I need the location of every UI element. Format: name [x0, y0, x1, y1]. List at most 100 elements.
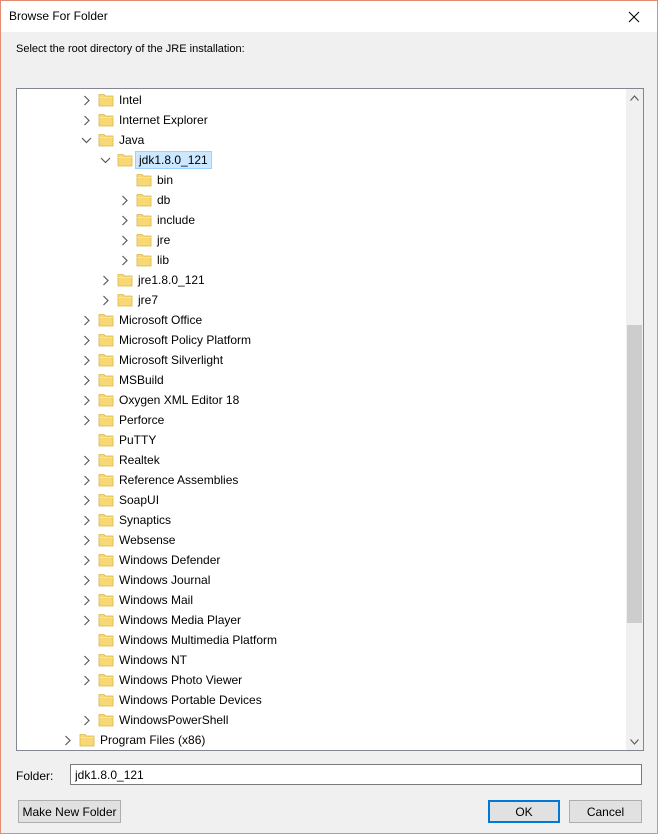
tree-item[interactable]: Windows Media Player — [17, 610, 623, 630]
folder-icon — [98, 412, 114, 427]
tree-item[interactable]: jre — [17, 230, 623, 250]
folder-icon — [98, 92, 114, 107]
chevron-right-icon[interactable] — [80, 414, 92, 426]
folder-icon — [98, 112, 114, 127]
folder-icon — [98, 452, 114, 467]
tree-item[interactable]: Windows NT — [17, 650, 623, 670]
ok-button[interactable]: OK — [488, 800, 560, 823]
tree-item-label: lib — [157, 253, 170, 267]
tree-item[interactable]: jre7 — [17, 290, 623, 310]
folder-tree[interactable]: Intel Internet Explorer Java jdk1.8.0_121 bi… — [16, 88, 644, 751]
tree-item[interactable]: Synaptics — [17, 510, 623, 530]
folder-icon — [98, 552, 114, 567]
tree-item[interactable]: Windows Photo Viewer — [17, 670, 623, 690]
tree-item[interactable]: Intel — [17, 90, 623, 110]
chevron-right-icon[interactable] — [99, 274, 111, 286]
chevron-right-icon[interactable] — [80, 314, 92, 326]
scroll-thumb[interactable] — [627, 325, 642, 623]
tree-item[interactable]: Program Files (x86) — [17, 730, 623, 750]
scroll-down-button[interactable] — [626, 733, 643, 750]
chevron-right-icon[interactable] — [80, 574, 92, 586]
folder-path-input[interactable] — [70, 764, 642, 785]
chevron-right-icon[interactable] — [99, 294, 111, 306]
tree-item[interactable]: jdk1.8.0_121 — [17, 150, 623, 170]
chevron-right-icon[interactable] — [80, 454, 92, 466]
tree-item-label: jre1.8.0_121 — [138, 273, 205, 287]
make-new-folder-button[interactable]: Make New Folder — [18, 800, 121, 823]
folder-icon — [98, 572, 114, 587]
tree-item[interactable]: Oxygen XML Editor 18 — [17, 390, 623, 410]
chevron-right-icon[interactable] — [80, 474, 92, 486]
folder-icon — [98, 652, 114, 667]
tree-item-label: Windows NT — [119, 653, 188, 667]
chevron-down-icon[interactable] — [99, 154, 111, 166]
tree-item-label: Windows Mail — [119, 593, 194, 607]
tree-item-label: Perforce — [119, 413, 165, 427]
tree-item[interactable]: WindowsPowerShell — [17, 710, 623, 730]
chevron-right-icon[interactable] — [80, 374, 92, 386]
chevron-right-icon[interactable] — [80, 494, 92, 506]
folder-icon — [136, 252, 152, 267]
tree-item[interactable]: db — [17, 190, 623, 210]
chevron-right-icon[interactable] — [80, 394, 92, 406]
folder-icon — [98, 632, 114, 647]
tree-item[interactable]: Windows Defender — [17, 550, 623, 570]
chevron-right-icon[interactable] — [80, 114, 92, 126]
scroll-up-button[interactable] — [626, 89, 643, 106]
chevron-right-icon[interactable] — [118, 194, 130, 206]
chevron-right-icon[interactable] — [118, 214, 130, 226]
cancel-button[interactable]: Cancel — [569, 800, 642, 823]
tree-item[interactable]: include — [17, 210, 623, 230]
tree-item[interactable]: SoapUI — [17, 490, 623, 510]
chevron-right-icon[interactable] — [80, 554, 92, 566]
tree-item[interactable]: Java — [17, 130, 623, 150]
tree-item[interactable]: Perforce — [17, 410, 623, 430]
close-button[interactable] — [611, 1, 657, 32]
tree-item[interactable]: Windows Journal — [17, 570, 623, 590]
tree-item-label: Oxygen XML Editor 18 — [119, 393, 240, 407]
tree-item[interactable]: Microsoft Silverlight — [17, 350, 623, 370]
tree-item-label: Windows Multimedia Platform — [119, 633, 278, 647]
chevron-right-icon[interactable] — [80, 354, 92, 366]
browse-for-folder-dialog: Browse For Folder Select the root direct… — [0, 0, 658, 834]
chevron-right-icon[interactable] — [118, 234, 130, 246]
tree-item-label: jre — [157, 233, 171, 247]
tree-item[interactable]: MSBuild — [17, 370, 623, 390]
tree-item[interactable]: Windows Multimedia Platform — [17, 630, 623, 650]
tree-item[interactable]: Websense — [17, 530, 623, 550]
chevron-right-icon[interactable] — [118, 254, 130, 266]
tree-item[interactable]: Microsoft Policy Platform — [17, 330, 623, 350]
tree-item-label: Reference Assemblies — [119, 473, 239, 487]
chevron-right-icon[interactable] — [80, 514, 92, 526]
vertical-scrollbar[interactable] — [626, 89, 643, 750]
tree-item[interactable]: Microsoft Office — [17, 310, 623, 330]
tree-item[interactable]: Realtek — [17, 450, 623, 470]
folder-icon — [98, 432, 114, 447]
folder-icon — [136, 192, 152, 207]
tree-item-label: Websense — [119, 533, 176, 547]
chevron-right-icon[interactable] — [80, 334, 92, 346]
chevron-right-icon[interactable] — [61, 734, 73, 746]
folder-icon — [98, 132, 114, 147]
tree-item[interactable]: Internet Explorer — [17, 110, 623, 130]
tree-item[interactable]: lib — [17, 250, 623, 270]
tree-item[interactable]: bin — [17, 170, 623, 190]
tree-item-label: PuTTY — [119, 433, 157, 447]
folder-icon — [136, 172, 152, 187]
chevron-right-icon[interactable] — [80, 674, 92, 686]
tree-item[interactable]: jre1.8.0_121 — [17, 270, 623, 290]
chevron-right-icon[interactable] — [80, 594, 92, 606]
chevron-right-icon[interactable] — [80, 534, 92, 546]
chevron-right-icon[interactable] — [80, 94, 92, 106]
title-bar[interactable]: Browse For Folder — [1, 1, 657, 32]
tree-item[interactable]: Windows Mail — [17, 590, 623, 610]
chevron-right-icon[interactable] — [80, 614, 92, 626]
tree-item[interactable]: Reference Assemblies — [17, 470, 623, 490]
tree-item[interactable]: PuTTY — [17, 430, 623, 450]
tree-item-label: db — [157, 193, 171, 207]
chevron-down-icon[interactable] — [80, 134, 92, 146]
chevron-right-icon[interactable] — [80, 714, 92, 726]
instruction-text: Select the root directory of the JRE ins… — [16, 43, 245, 55]
chevron-right-icon[interactable] — [80, 654, 92, 666]
tree-item[interactable]: Windows Portable Devices — [17, 690, 623, 710]
